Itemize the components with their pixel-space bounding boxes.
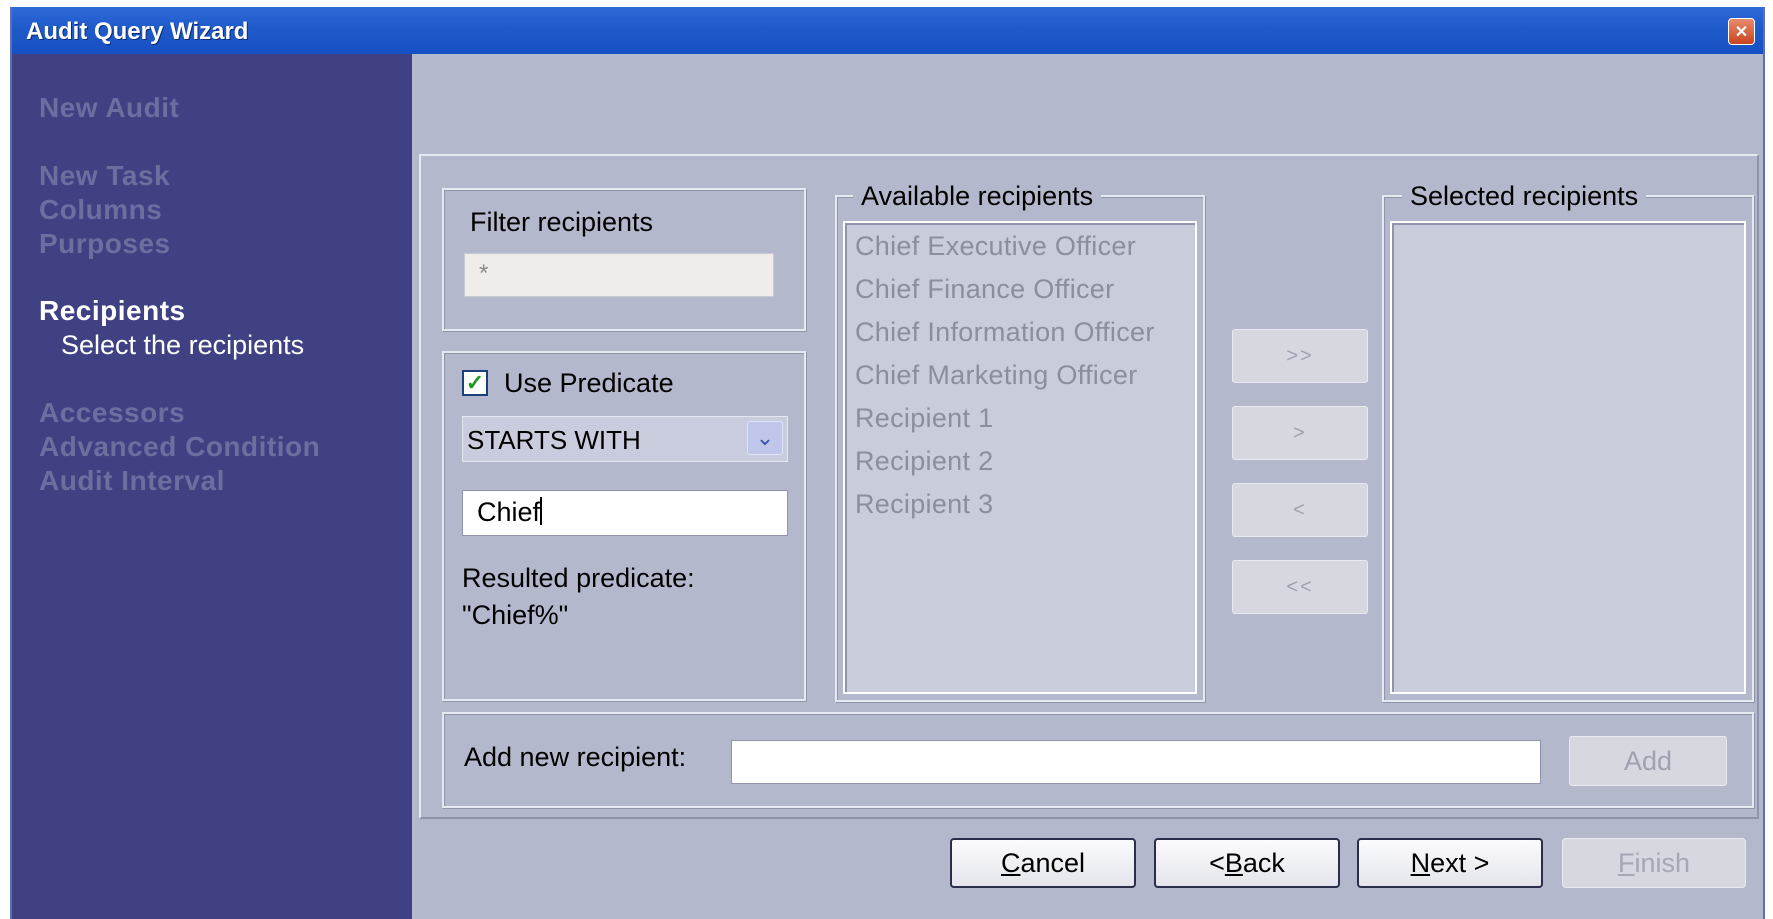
step-recipients: Recipients [39,295,186,326]
predicate-value-input[interactable]: Chief [462,490,788,536]
predicate-operator-value: STARTS WITH [467,425,641,455]
cancel-button[interactable]: Cancel [950,838,1136,888]
selected-recipients-group [1382,195,1754,702]
step-new-audit: New Audit [39,92,180,123]
step-columns: Columns [39,194,163,225]
list-item[interactable]: Recipient 1 [855,403,993,434]
add-selected-button[interactable]: > [1232,406,1368,460]
text-caret [540,497,543,525]
back-mnemonic: B [1224,847,1243,878]
list-item[interactable]: Chief Information Officer [855,317,1155,348]
available-recipients-title: Available recipients [853,181,1102,212]
predicate-box: ✓ Use Predicate STARTS WITH ⌄ Chief Resu… [442,351,806,701]
predicate-operator-select[interactable]: STARTS WITH ⌄ [462,416,788,462]
list-item[interactable]: Chief Finance Officer [855,274,1114,305]
next-mnemonic: N [1410,847,1431,878]
back-label: ack [1242,847,1285,878]
chevron-down-icon[interactable]: ⌄ [747,421,783,455]
close-button[interactable]: ✕ [1728,18,1755,45]
back-button[interactable]: < Back [1154,838,1340,888]
filter-input[interactable]: * [464,253,774,297]
list-item[interactable]: Chief Marketing Officer [855,360,1138,391]
list-item[interactable]: Recipient 2 [855,446,993,477]
selected-recipients-title: Selected recipients [1402,181,1647,212]
filter-label: Filter recipients [470,207,654,237]
remove-all-button[interactable]: << [1232,560,1368,614]
use-predicate-label: Use Predicate [504,368,674,398]
add-recipient-input[interactable] [731,740,1541,784]
step-advanced-condition: Advanced Condition [39,431,321,462]
add-recipient-box: Add new recipient: Add [442,712,1754,808]
filter-box: Filter recipients * [442,188,806,331]
finish-button[interactable]: Finish [1562,838,1746,888]
add-all-button[interactable]: >> [1232,329,1368,383]
predicate-value-text: Chief [477,497,541,527]
wizard-steps-sidebar: New Audit New Task Columns Purposes Reci… [12,54,412,919]
next-label: ext > [1430,847,1490,878]
available-recipients-list[interactable]: Chief Executive Officer Chief Finance Of… [843,221,1197,694]
window-title: Audit Query Wizard [26,18,249,45]
resulted-predicate-label: Resulted predicate: [462,563,695,593]
title-bar: Audit Query Wizard ✕ [12,7,1763,54]
add-button[interactable]: Add [1569,736,1727,786]
selected-recipients-list[interactable] [1390,221,1746,694]
step-recipients-subtitle: Select the recipients [61,330,305,360]
list-item[interactable]: Recipient 3 [855,489,993,520]
close-icon: ✕ [1734,23,1749,41]
remove-selected-button[interactable]: < [1232,483,1368,537]
step-accessors: Accessors [39,397,186,428]
finish-mnemonic: F [1617,847,1635,878]
list-item[interactable]: Chief Executive Officer [855,231,1136,262]
wizard-window: Audit Query Wizard ✕ New Audit New Task … [10,7,1765,919]
step-purposes: Purposes [39,228,171,259]
add-recipient-label: Add new recipient: [464,742,687,772]
cancel-label: ancel [1020,847,1086,878]
resulted-predicate-value: "Chief%" [462,600,569,630]
cancel-mnemonic: C [1000,847,1021,878]
step-audit-interval: Audit Interval [39,465,225,496]
available-recipients-group: Chief Executive Officer Chief Finance Of… [835,195,1205,702]
use-predicate-checkbox[interactable]: ✓ [462,370,488,396]
back-prefix: < [1209,847,1225,878]
next-button[interactable]: Next > [1357,838,1543,888]
step-new-task: New Task [39,160,171,191]
finish-label: inish [1634,847,1691,878]
checkmark-icon: ✓ [465,370,485,395]
